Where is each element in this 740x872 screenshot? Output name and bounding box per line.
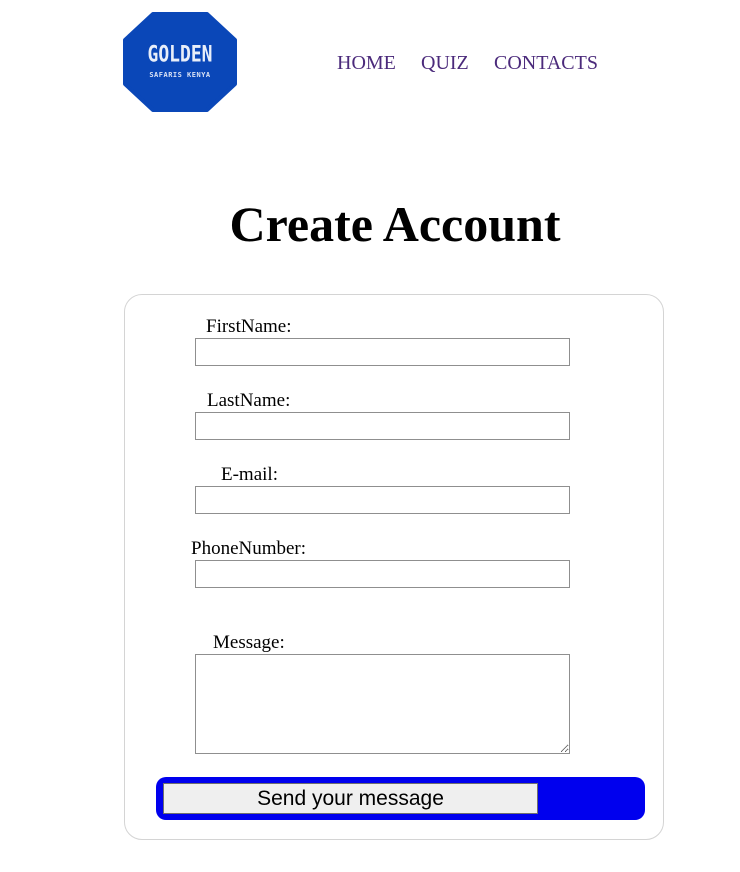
last-name-input[interactable]: [195, 412, 570, 440]
message-label: Message:: [213, 632, 285, 653]
logo-title: GOLDEN: [147, 41, 213, 68]
phone-number-input[interactable]: [195, 560, 570, 588]
logo-subtitle: SAFARIS KENYA: [149, 71, 211, 79]
logo[interactable]: GOLDEN SAFARIS KENYA: [123, 12, 237, 112]
nav-link-contacts[interactable]: CONTACTS: [494, 52, 598, 75]
submit-frame: Send your message: [156, 777, 645, 820]
phone-number-label: PhoneNumber:: [191, 538, 307, 559]
send-message-button[interactable]: Send your message: [163, 783, 538, 814]
message-textarea[interactable]: [195, 654, 570, 754]
page-title: Create Account: [229, 196, 561, 252]
email-input[interactable]: [195, 486, 570, 514]
first-name-label: FirstName:: [206, 316, 292, 337]
email-label: E-mail:: [221, 464, 278, 485]
nav-link-quiz[interactable]: QUIZ: [421, 52, 469, 75]
last-name-label: LastName:: [207, 390, 291, 411]
nav-link-home[interactable]: HOME: [337, 52, 396, 75]
first-name-input[interactable]: [195, 338, 570, 366]
